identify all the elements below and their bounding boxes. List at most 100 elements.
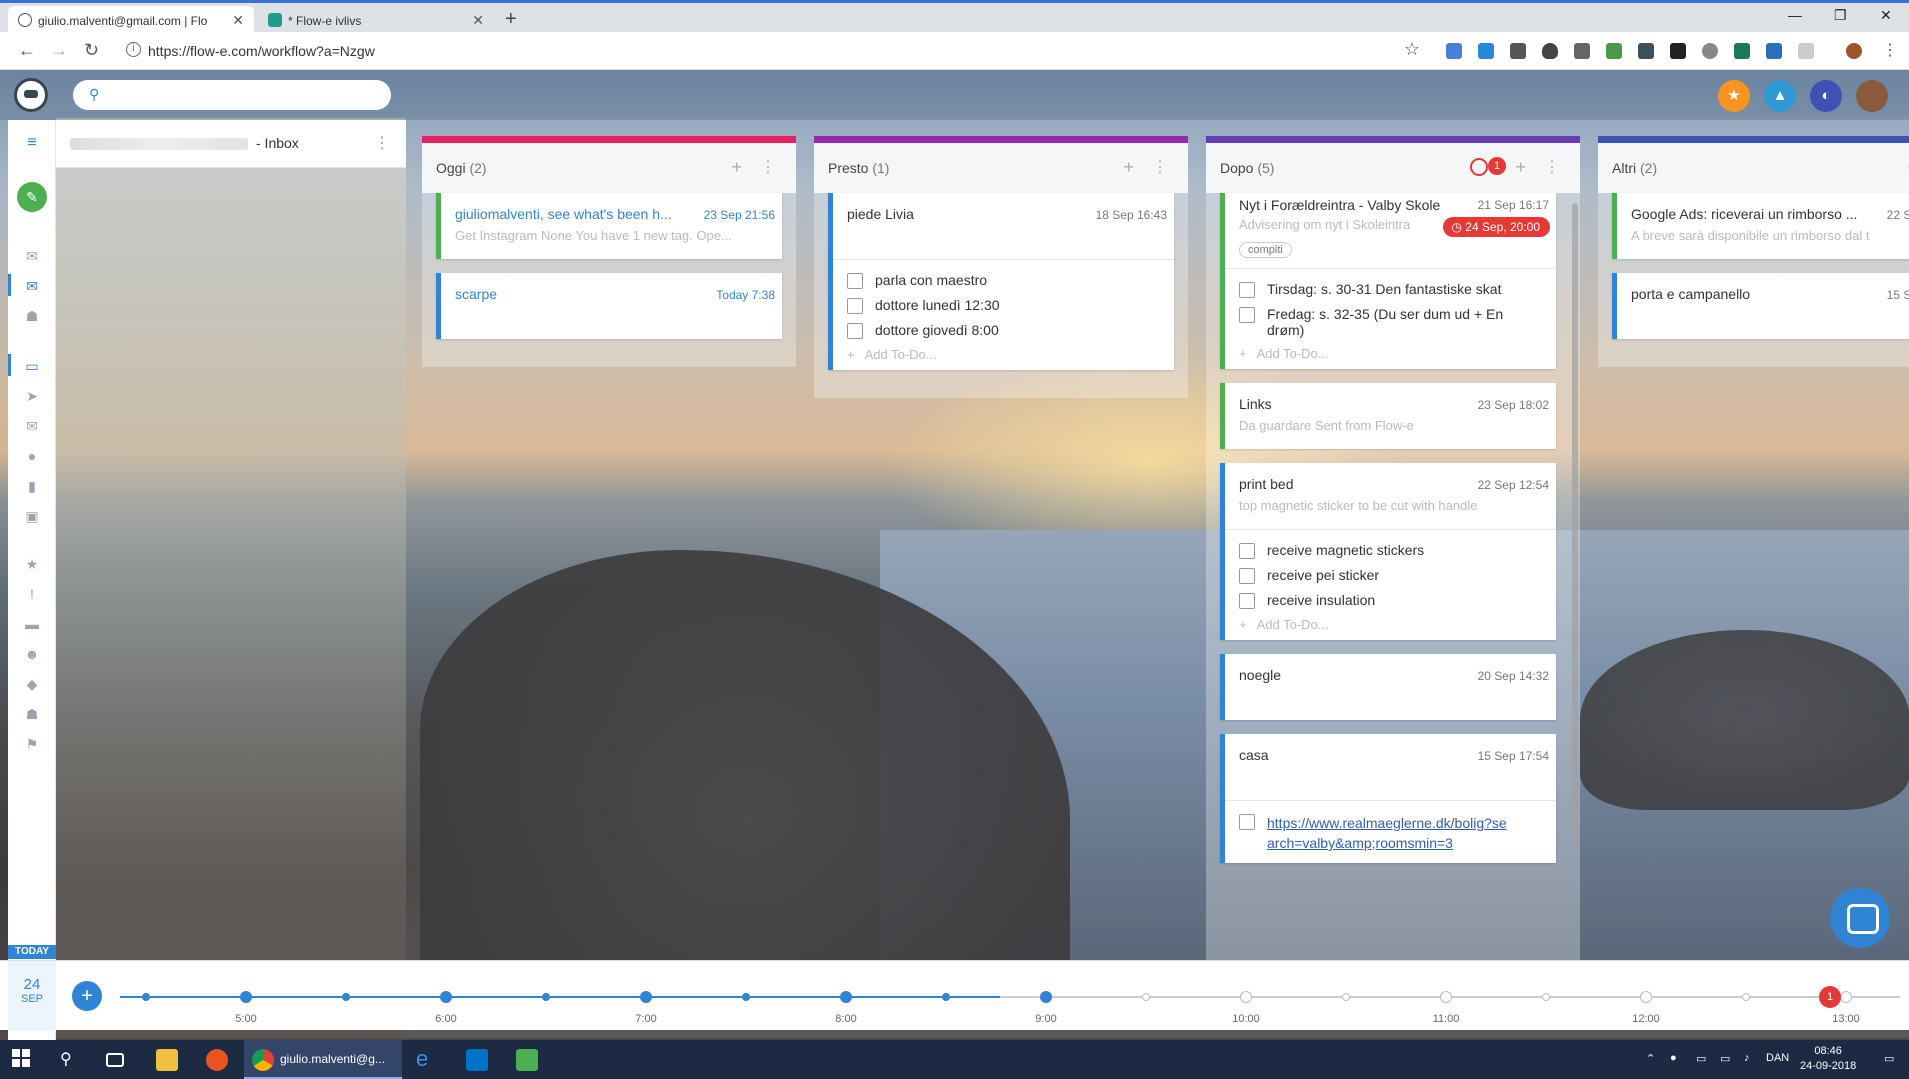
card-title[interactable]: porta e campanello [1631,286,1861,302]
extension-icon[interactable] [1638,43,1654,59]
bookmark-star-icon[interactable]: ☆ [1404,39,1420,60]
minimize-icon[interactable]: — [1788,7,1802,23]
column-more-icon[interactable]: ⋮ [1544,157,1560,177]
todo-checkbox[interactable] [1239,568,1255,584]
trash-icon[interactable]: ▮ [8,478,56,495]
search-icon[interactable]: ⚲ [60,1049,82,1071]
timeline-hour-marker[interactable] [640,991,652,1003]
todo-item[interactable]: parla con maestro [847,268,1166,293]
card[interactable]: giuliomalventi, see what's been h... 23 … [436,193,782,259]
sent-icon[interactable]: ➤ [8,388,56,405]
camera-extension-icon[interactable] [1574,43,1590,59]
timeline-hour-marker[interactable] [240,991,252,1003]
tab-flow-e-ivlivs[interactable]: * Flow-e ivlivs ✕ [258,6,494,35]
card-title[interactable]: Google Ads: riceverai un rimborso ... [1631,206,1861,222]
volume-icon[interactable]: ♪ [1744,1052,1750,1064]
card[interactable]: Nyt i Forældreintra - Valby Skole 21 Sep… [1220,193,1556,369]
inbox-tray-icon[interactable]: ▭ [8,354,56,376]
search-input[interactable]: ⚲ [73,80,391,110]
todo-checkbox[interactable] [1239,307,1255,323]
extension-icon[interactable] [1798,43,1814,59]
todo-item[interactable]: dottore giovedì 8:00 [847,318,1166,343]
search-field[interactable] [109,85,379,105]
card-title[interactable]: scarpe [455,286,685,302]
flow-e-logo-icon[interactable] [14,78,48,112]
timeline-half-hour-marker[interactable] [1342,993,1350,1001]
timeline-half-hour-marker[interactable] [1542,993,1550,1001]
timeline-hour-marker[interactable] [1440,991,1452,1003]
network-icon[interactable]: ● [1670,1052,1677,1064]
chat-icon[interactable]: ▬ [8,616,56,632]
card[interactable]: noegle 20 Sep 14:32 [1220,654,1556,720]
translate-extension-icon[interactable] [1446,43,1462,59]
outlook-icon[interactable] [466,1049,488,1071]
windows-start-icon[interactable] [12,1049,34,1071]
card[interactable]: piede Livia 18 Sep 16:43 parla con maest… [828,193,1174,370]
timeline-half-hour-marker[interactable] [1742,993,1750,1001]
card[interactable]: porta e campanello 15 Se [1612,273,1909,339]
person-icon[interactable]: ☻ [8,646,56,662]
url-field[interactable]: https://flow-e.com/workflow?a=Nzgw [148,43,375,59]
timeline-hour-marker[interactable] [1040,991,1052,1003]
close-window-icon[interactable]: ✕ [1880,7,1892,24]
card-title[interactable]: giuliomalventi, see what's been h... [455,206,685,222]
chat-support-icon[interactable] [1830,888,1890,948]
site-info-icon[interactable]: i [126,42,141,57]
spam-icon[interactable]: ● [8,448,56,464]
evernote-extension-icon[interactable] [1606,43,1622,59]
timeline-hour-marker[interactable] [1240,991,1252,1003]
notifications-icon[interactable]: ▭ [1884,1052,1894,1065]
todo-checkbox[interactable] [847,298,863,314]
tray-chevron-icon[interactable]: ⌃ [1646,1052,1655,1065]
forward-arrow-icon[interactable]: → [50,40,68,61]
star-icon[interactable]: ★ [1718,80,1750,112]
ubuntu-icon[interactable] [206,1049,228,1071]
archive-icon[interactable]: ▣ [8,508,56,525]
hamburger-menu-icon[interactable]: ≡ [8,134,56,152]
extension-icon[interactable] [1478,43,1494,59]
pocket-extension-icon[interactable] [1542,43,1558,59]
timeline-half-hour-marker[interactable] [342,993,350,1001]
add-card-icon[interactable]: + [1515,157,1526,178]
todo-checkbox[interactable] [1239,282,1255,298]
group-icon[interactable]: ☗ [8,706,56,723]
timeline-hour-marker[interactable] [840,991,852,1003]
card[interactable]: Google Ads: riceverai un rimborso ... 22… [1612,193,1909,259]
task-view-icon[interactable] [106,1053,124,1067]
more-options-icon[interactable]: ⋮ [374,133,390,153]
card-title[interactable]: casa [1239,747,1469,763]
todo-checkbox[interactable] [1239,814,1255,830]
tab-close-icon[interactable]: ✕ [232,12,244,29]
add-todo[interactable]: + Add To-Do... [847,343,1166,364]
card-title[interactable]: noegle [1239,667,1469,683]
column-more-icon[interactable]: ⋮ [1152,157,1168,177]
tab-close-icon[interactable]: ✕ [472,12,484,29]
todo-link[interactable]: https://www.realmaeglerne.dk/bolig?searc… [1267,813,1507,853]
todo-item[interactable]: Fredag: s. 32-35 (Du ser dum ud + En drø… [1239,302,1548,342]
add-card-icon[interactable]: + [731,157,742,178]
profile-avatar[interactable] [1846,43,1862,59]
display-icon[interactable]: ▭ [1720,1052,1730,1065]
drafts-icon[interactable]: ✉ [8,418,56,435]
extension-icon[interactable] [1702,43,1718,59]
card-title[interactable]: print bed [1239,476,1469,492]
mail-icon[interactable]: ✉ [8,248,56,265]
card-title[interactable]: piede Livia [847,206,1077,222]
starred-icon[interactable]: ★ [8,556,56,573]
todo-item[interactable]: https://www.realmaeglerne.dk/bolig?searc… [1239,809,1548,857]
todo-item[interactable]: dottore lunedì 12:30 [847,293,1166,318]
card-title[interactable]: Nyt i Forældreintra - Valby Skole [1239,197,1469,213]
add-todo[interactable]: + Add To-Do... [1239,342,1548,363]
timeline-half-hour-marker[interactable] [1142,993,1150,1001]
new-tab-plus-icon[interactable]: + [505,8,517,31]
file-explorer-icon[interactable] [156,1049,178,1071]
timeline-half-hour-marker[interactable] [942,993,950,1001]
todo-item[interactable]: receive pei sticker [1239,563,1548,588]
todo-item[interactable]: receive magnetic stickers [1239,538,1548,563]
graduation-cap-icon[interactable]: ▲ [1764,80,1796,112]
card[interactable]: print bed 22 Sep 12:54 top magnetic stic… [1220,463,1556,640]
card[interactable]: casa 15 Sep 17:54 https://www.realmaegle… [1220,734,1556,863]
todo-checkbox[interactable] [1239,543,1255,559]
language-indicator[interactable]: DAN [1766,1052,1789,1064]
tab-gmail-flow[interactable]: giulio.malventi@gmail.com | Flo ✕ [8,6,254,35]
